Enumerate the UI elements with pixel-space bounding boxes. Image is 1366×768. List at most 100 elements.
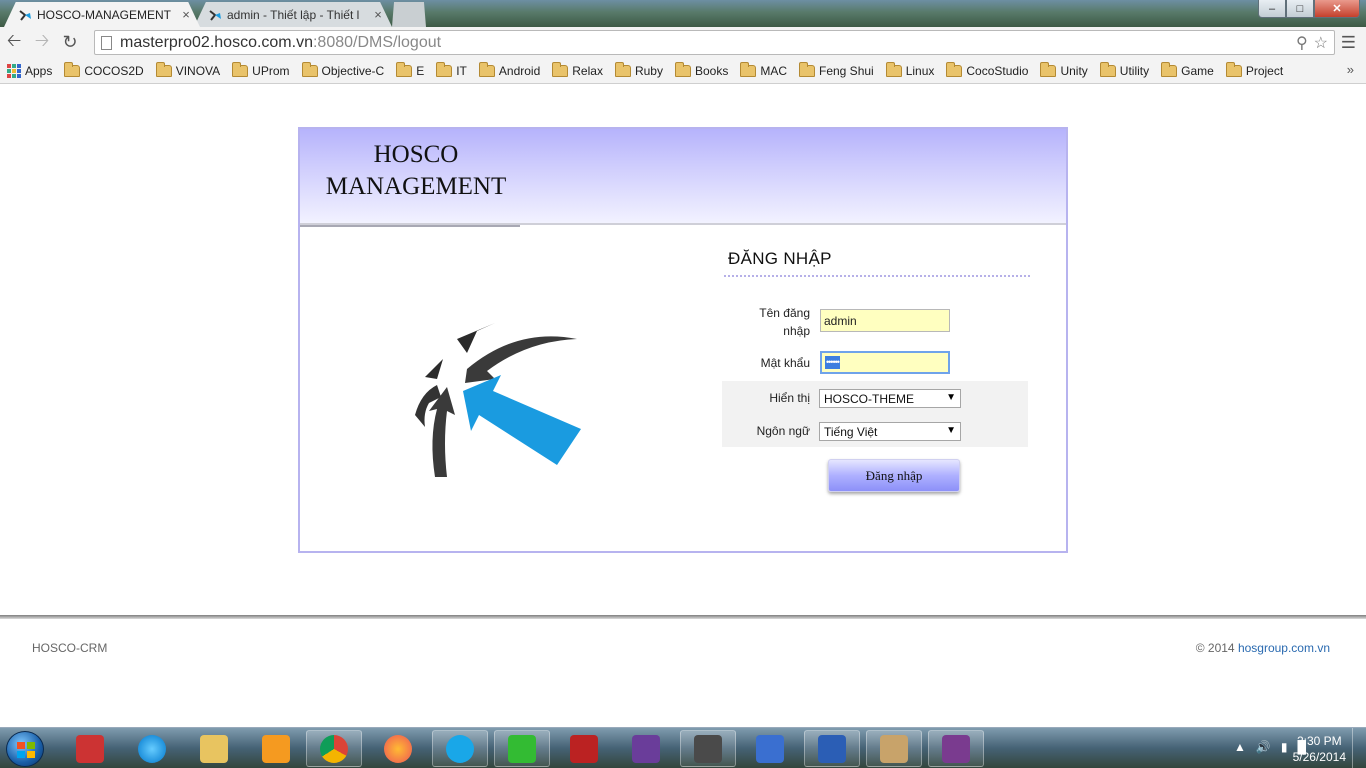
bookmark-folder[interactable]: Ruby — [614, 61, 663, 78]
bookmark-folder[interactable]: Unity — [1040, 61, 1088, 78]
dropdown-arrow-icon: ▼ — [946, 425, 956, 436]
taskbar-word[interactable] — [804, 730, 860, 767]
tab-hosco-management[interactable]: HOSCO-MANAGEMENT × — [4, 2, 200, 27]
footer-app-name: HOSCO-CRM — [32, 641, 108, 655]
bookmark-folder[interactable]: UProm — [232, 61, 290, 78]
hosco-favicon-icon — [209, 9, 221, 21]
taskbar-app-red[interactable] — [556, 730, 612, 767]
login-header: HOSCO MANAGEMENT — [300, 129, 1066, 225]
red-app-icon — [570, 734, 598, 763]
forward-arrow-icon[interactable]: 🡢 — [28, 29, 56, 57]
skype-icon — [446, 734, 474, 763]
unikey-icon — [76, 734, 104, 763]
zoom-icon[interactable]: ⚲ — [1296, 33, 1308, 53]
folder-icon — [1040, 61, 1057, 77]
volume-icon[interactable]: 🔊 — [1256, 740, 1271, 754]
bookmark-folder[interactable]: Project — [1225, 61, 1283, 78]
folder-icon — [614, 61, 631, 77]
username-field[interactable]: admin — [820, 309, 950, 332]
taskbar-skype[interactable] — [432, 730, 488, 767]
reload-icon[interactable]: ↻ — [56, 29, 84, 57]
chrome-icon — [320, 734, 348, 763]
tab-title: HOSCO-MANAGEMENT — [37, 7, 172, 22]
close-tab-icon[interactable]: × — [372, 7, 384, 22]
window-controls: – □ ✕ — [1258, 0, 1360, 18]
dropdown-arrow-icon: ▼ — [946, 392, 956, 403]
media-player-icon — [262, 734, 290, 763]
bookmark-folder[interactable]: Android — [478, 61, 540, 78]
apps-grid-icon — [7, 63, 21, 78]
login-button[interactable]: Đăng nhập — [828, 459, 960, 492]
bookmark-star-icon[interactable]: ☆ — [1314, 33, 1328, 53]
theme-select[interactable]: HOSCO-THEME ▼ — [819, 389, 961, 408]
folder-icon — [885, 61, 902, 77]
taskbar-firefox[interactable] — [370, 730, 426, 767]
browser-toolbar: 🡠 🡢 ↻ masterpro02.hosco.com.vn:8080/DMS/… — [0, 27, 1366, 58]
taskbar-ie[interactable] — [124, 730, 180, 767]
bookmark-folder[interactable]: IT — [436, 61, 467, 78]
start-button[interactable] — [6, 731, 44, 767]
close-window-icon[interactable]: ✕ — [1314, 0, 1360, 18]
back-arrow-icon[interactable]: 🡠 — [0, 29, 28, 57]
folder-icon — [946, 61, 963, 77]
bookmarks-bar: Apps COCOS2D VINOVA UProm Objective-C E … — [0, 58, 1366, 84]
bookmark-folder[interactable]: Relax — [552, 61, 603, 78]
maximize-icon[interactable]: □ — [1286, 0, 1314, 18]
taskbar-visual-studio[interactable] — [618, 730, 674, 767]
login-title: ĐĂNG NHẬP — [728, 249, 832, 268]
bookmark-folder[interactable]: COCOS2D — [64, 61, 144, 78]
taskbar-clover[interactable] — [494, 730, 550, 767]
sublime-text-icon — [694, 734, 722, 763]
bookmark-apps[interactable]: Apps — [7, 63, 52, 78]
bookmark-folder[interactable]: MAC — [740, 61, 787, 78]
password-label: Mật khẩu — [760, 356, 810, 370]
winrar-icon — [942, 734, 970, 763]
bookmark-folder[interactable]: Utility — [1099, 61, 1149, 78]
taskbar-clock[interactable]: 2:30 PM 5/26/2014 — [1293, 733, 1346, 765]
tab-admin-settings[interactable]: admin - Thiết lập - Thiết l × — [194, 2, 392, 27]
bookmark-folder[interactable]: Linux — [885, 61, 934, 78]
theme-label: Hiển thị — [769, 391, 810, 405]
taskbar-unikey[interactable] — [62, 730, 118, 767]
new-tab-button[interactable] — [392, 2, 426, 27]
login-panel: HOSCO MANAGEMENT ĐĂNG NHẬP Tên đăng nhập… — [298, 127, 1068, 553]
hosco-favicon-icon — [19, 9, 31, 21]
bookmark-folder[interactable]: Game — [1161, 61, 1214, 78]
bookmark-folder[interactable]: Books — [674, 61, 728, 78]
more-bookmarks-icon[interactable]: » — [1347, 62, 1354, 77]
word-icon — [818, 734, 846, 763]
power-icon[interactable]: ▮ — [1281, 740, 1288, 754]
bookmark-folder[interactable]: CocoStudio — [946, 61, 1028, 78]
bookmark-folder[interactable]: Objective-C — [301, 61, 384, 78]
language-select[interactable]: Tiếng Việt ▼ — [819, 422, 961, 441]
paint-icon — [880, 734, 908, 763]
tab-title: admin - Thiết lập - Thiết l — [227, 7, 360, 22]
address-bar[interactable]: masterpro02.hosco.com.vn:8080/DMS/logout… — [94, 30, 1335, 55]
close-tab-icon[interactable]: × — [180, 7, 192, 22]
show-hidden-icons-icon[interactable]: ▲ — [1234, 740, 1246, 754]
taskbar-winrar[interactable] — [928, 730, 984, 767]
password-field[interactable]: •••••• — [820, 351, 950, 374]
taskbar-explorer[interactable] — [186, 730, 242, 767]
url-text: masterpro02.hosco.com.vn:8080/DMS/logout — [120, 33, 442, 51]
taskbar-chrome[interactable] — [306, 730, 362, 767]
penguin-app-icon — [756, 734, 784, 763]
chrome-menu-icon[interactable]: ☰ — [1341, 33, 1356, 53]
bookmark-folder[interactable]: Feng Shui — [799, 61, 874, 78]
bookmark-folder[interactable]: E — [396, 61, 424, 78]
clover-icon — [508, 734, 536, 763]
taskbar-sublime[interactable] — [680, 730, 736, 767]
footer-site-link[interactable]: hosgroup.com.vn — [1238, 641, 1330, 655]
bookmark-folder[interactable]: VINOVA — [155, 61, 220, 78]
folder-icon — [740, 61, 757, 77]
taskbar-media[interactable] — [248, 730, 304, 767]
taskbar-app-penguin[interactable] — [742, 730, 798, 767]
folder-icon — [478, 61, 495, 77]
page-icon — [101, 35, 112, 50]
file-explorer-icon — [200, 734, 228, 763]
minimize-icon[interactable]: – — [1258, 0, 1286, 18]
show-desktop-button[interactable] — [1352, 728, 1366, 768]
password-mask: •••••• — [825, 356, 840, 369]
folder-icon — [1161, 61, 1178, 77]
taskbar-paint[interactable] — [866, 730, 922, 767]
